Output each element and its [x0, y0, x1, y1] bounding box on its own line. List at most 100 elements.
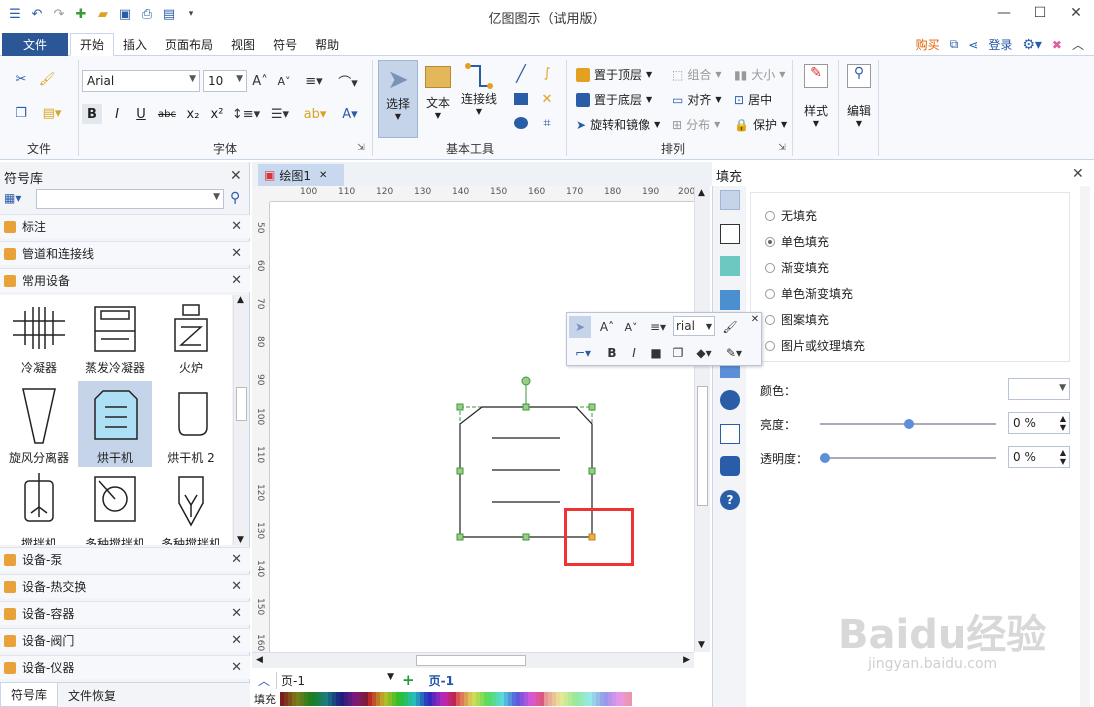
float-format-painter-icon[interactable]: 🖌 — [721, 316, 739, 338]
tab-help[interactable]: 帮助 — [306, 33, 348, 56]
grow-font-icon[interactable]: A˄ — [252, 72, 268, 90]
library-group[interactable]: 设备-仪器 ✕ — [0, 655, 250, 679]
resize-handle[interactable] — [456, 403, 464, 411]
page-select[interactable]: 页-1 ▼ — [276, 671, 394, 689]
page-tab[interactable]: 页-1 — [429, 672, 454, 689]
float-select-icon[interactable]: ➤ — [569, 316, 591, 338]
chevron-up-icon[interactable]: ︿ — [258, 672, 270, 689]
close-icon[interactable]: ✕ — [1058, 0, 1094, 26]
close-fill-panel-icon[interactable]: ✕ — [1072, 166, 1084, 182]
float-arrange-icon[interactable]: ◆▾ — [691, 343, 717, 363]
edit-button[interactable]: ⚲ 编辑 ▼ — [842, 64, 876, 144]
text-tool-button[interactable]: 文本 ▼ — [420, 62, 456, 138]
tab-home[interactable]: 开始 — [70, 33, 115, 56]
library-group[interactable]: 设备-容器 ✕ — [0, 601, 250, 625]
resize-handle[interactable] — [588, 403, 596, 411]
resize-handle[interactable] — [588, 467, 596, 475]
resize-handle[interactable] — [522, 403, 530, 411]
tab-insert[interactable]: 插入 — [114, 33, 156, 56]
italic-button[interactable]: I — [108, 104, 126, 124]
protect-button[interactable]: 🔒 保护 ▼ — [734, 116, 787, 133]
distribute-button[interactable]: ⊞ 分布 ▼ — [672, 116, 720, 133]
search-icon[interactable]: ⚲ — [230, 190, 240, 206]
cross-tool-icon[interactable]: ✕ — [538, 90, 556, 108]
fill-option-texture[interactable]: 图片或纹理填充 — [765, 337, 865, 354]
shape-condenser[interactable]: 冷凝器 — [2, 297, 76, 383]
close-float-toolbar-icon[interactable]: ✕ — [749, 313, 761, 325]
panel-scrollbar[interactable] — [1080, 186, 1090, 707]
select-tool-button[interactable]: ➤ 选择 ▼ — [378, 60, 418, 138]
float-font-select[interactable]: rial ▼ — [673, 316, 715, 336]
format-painter-icon[interactable]: 🖌 — [38, 70, 56, 88]
scroll-left-icon[interactable]: ◀ — [256, 655, 263, 665]
float-connector-icon[interactable]: ⌐▾ — [569, 343, 597, 363]
align-button[interactable]: ▭ 对齐 ▼ — [672, 91, 722, 108]
attachment-icon[interactable] — [720, 424, 740, 444]
shrink-font-icon[interactable]: A˅ — [276, 72, 292, 90]
scroll-thumb[interactable] — [416, 655, 526, 666]
copy-icon[interactable]: ❐ — [12, 104, 30, 122]
underline-button[interactable]: U — [132, 104, 150, 124]
comment-icon[interactable] — [720, 456, 740, 476]
settings-gear-icon[interactable]: ⚙▾ — [1022, 37, 1042, 53]
group-button[interactable]: ⬚ 组合 ▼ — [672, 66, 722, 83]
resize-handle[interactable] — [456, 533, 464, 541]
fill-option-solid[interactable]: 单色填充 — [765, 233, 829, 250]
fill-option-none[interactable]: 无填充 — [765, 207, 817, 224]
shape-cyclone-separator[interactable]: 旋风分离器 — [2, 381, 76, 467]
close-icon[interactable]: ✕ — [231, 633, 242, 648]
library-group[interactable]: 设备-泵 ✕ — [0, 547, 250, 571]
minimize-icon[interactable]: — — [986, 0, 1022, 26]
slider-knob[interactable] — [820, 453, 830, 463]
color-picker[interactable]: ▼ — [1008, 378, 1070, 400]
resize-handle[interactable] — [522, 533, 530, 541]
float-style-icon[interactable]: ✎▾ — [721, 343, 747, 363]
superscript-button[interactable]: x² — [208, 104, 226, 124]
float-bold-button[interactable]: B — [603, 343, 621, 363]
canvas-horizontal-scrollbar[interactable]: ◀ ▶ — [252, 652, 694, 668]
library-group[interactable]: 管道和连接线 ✕ — [0, 241, 250, 265]
drawing-canvas[interactable] — [270, 202, 694, 652]
rotate-handle[interactable] — [521, 376, 531, 386]
theme-icon[interactable]: ✖ — [1052, 38, 1062, 52]
bring-to-front-button[interactable]: 置于顶层 ▼ — [576, 66, 652, 83]
close-icon[interactable]: ✕ — [231, 606, 242, 621]
file-menu-button[interactable]: 文件 — [2, 33, 68, 56]
center-button[interactable]: ⊡ 居中 — [734, 91, 772, 108]
font-color-icon[interactable]: A▾ — [336, 104, 364, 124]
spin-icon[interactable]: ▲ ▼ — [1060, 414, 1066, 432]
float-copy-icon[interactable]: ❐ — [669, 343, 687, 363]
brightness-slider[interactable] — [820, 419, 996, 429]
fill-option-gradient[interactable]: 渐变填充 — [765, 259, 829, 276]
rotate-mirror-button[interactable]: ➤ 旋转和镜像 ▼ — [576, 116, 660, 133]
shadow-icon[interactable] — [720, 256, 740, 276]
font-dialog-launcher-icon[interactable]: ⇲ — [355, 142, 367, 154]
connector-tool-button[interactable]: 连接线 ▼ — [458, 62, 500, 138]
cut-icon[interactable]: ✂ — [12, 70, 30, 88]
close-icon[interactable]: ✕ — [231, 246, 242, 261]
shape-dryer-2[interactable]: 烘干机 2 — [154, 381, 228, 467]
color-swatch[interactable] — [628, 691, 632, 706]
share-icon[interactable]: ⋖ — [968, 38, 978, 52]
bullets-icon[interactable]: ☰▾ — [266, 104, 294, 124]
strikethrough-button[interactable]: abc — [156, 104, 178, 124]
close-icon[interactable]: ✕ — [231, 552, 242, 567]
style-button[interactable]: ✎ 样式 ▼ — [798, 64, 834, 144]
size-button[interactable]: ▮▮ 大小 ▼ — [734, 66, 785, 83]
selected-dryer-shape[interactable] — [270, 202, 694, 652]
align-text-icon[interactable]: ≡▾ — [302, 72, 326, 90]
send-to-back-button[interactable]: 置于底层 ▼ — [576, 91, 652, 108]
transparency-input[interactable]: 0 % ▲ ▼ — [1008, 446, 1070, 468]
library-search-input[interactable]: ▼ — [36, 189, 224, 209]
scroll-down-icon[interactable]: ▼ — [698, 640, 705, 650]
scroll-down-icon[interactable]: ▼ — [237, 535, 244, 545]
globe-icon[interactable] — [720, 390, 740, 410]
font-name-select[interactable]: Arial ▼ — [82, 70, 200, 92]
maximize-icon[interactable]: ☐ — [1022, 0, 1058, 26]
library-group[interactable]: 常用设备 ✕ — [0, 268, 250, 292]
arrange-dialog-launcher-icon[interactable]: ⇲ — [776, 142, 788, 154]
font-size-select[interactable]: 10 ▼ — [203, 70, 247, 92]
shape-mixer[interactable]: 搅拌机 — [2, 467, 76, 545]
document-tab[interactable]: ▣ 绘图1 ✕ — [258, 164, 344, 186]
resize-handle[interactable] — [456, 467, 464, 475]
